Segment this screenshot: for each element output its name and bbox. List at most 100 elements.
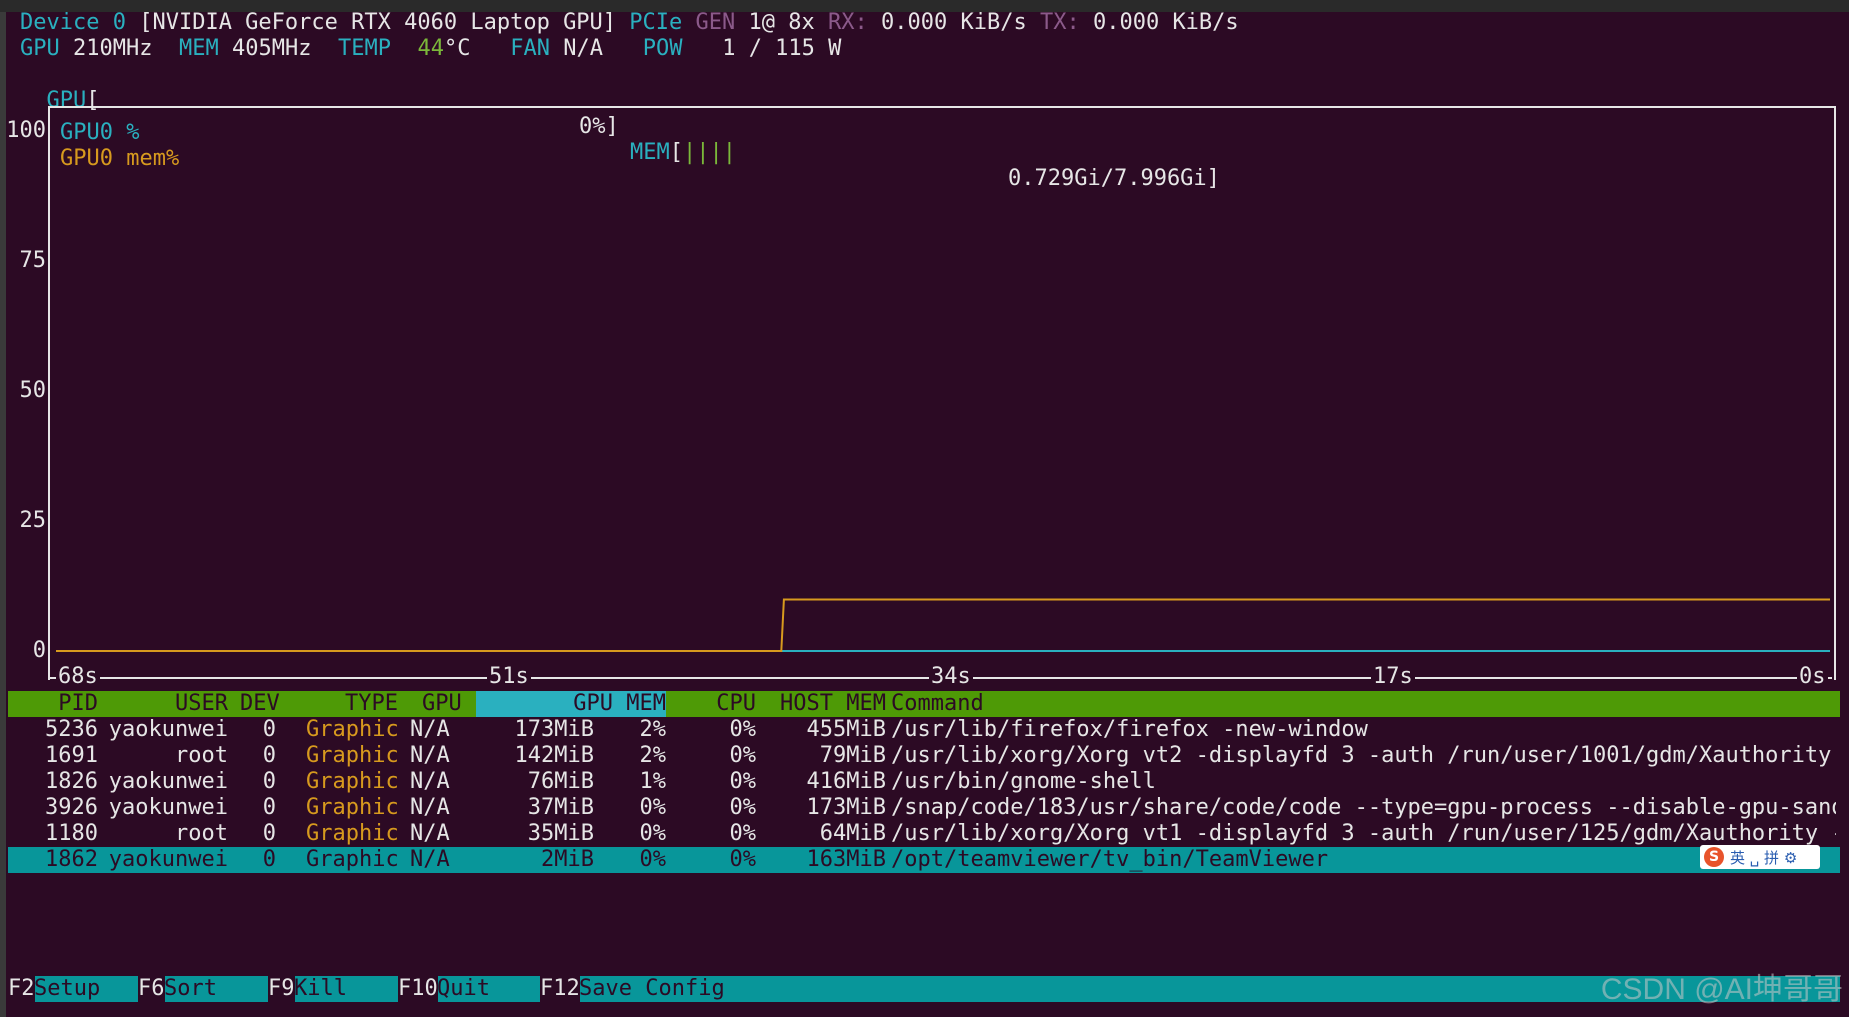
header-command[interactable]: Command (891, 691, 984, 717)
gpu-history-graph: GPU0 % GPU0 mem% (48, 106, 1836, 680)
sogou-logo-icon: S (1704, 847, 1724, 867)
x-tick-68s: 68s (56, 664, 100, 690)
cell-cpu: 0% (729, 847, 757, 872)
cell-gpu: N/A (410, 821, 450, 846)
cell-host-mem: 64MiB (819, 821, 886, 846)
fan-label: FAN (510, 36, 550, 61)
cell-type: Graphic (306, 847, 399, 872)
ime-toolbar[interactable]: S 英 ␣ 拼 ⚙ (1700, 845, 1820, 869)
device-info-line: Device 0 [NVIDIA GeForce RTX 4060 Laptop… (20, 10, 1239, 36)
header-dev[interactable]: DEV (240, 691, 280, 717)
cell-gpu-mem-pct: 2% (639, 717, 667, 742)
cell-gpu-mem: 76MiB (527, 769, 594, 794)
f6-sort-label[interactable]: Sort (164, 976, 217, 1002)
cell-pid: 1862 (45, 847, 98, 872)
f9-kill-label[interactable]: Kill (294, 976, 347, 1002)
mem-clock-label: MEM (178, 36, 219, 61)
pow-value: 1 / 115 W (722, 36, 842, 61)
ime-status-text[interactable]: 英 ␣ 拼 ⚙ (1730, 847, 1797, 868)
table-row[interactable]: 1691 root 0 Graphic N/A 142MiB 2% 0% 79MiB/usr/l… (8, 743, 1840, 769)
cell-gpu: N/A (410, 743, 450, 768)
cell-gpu-mem: 2MiB (541, 847, 594, 872)
f12-save-config-label[interactable]: Save Config (579, 976, 725, 1002)
cell-user: yaokunwei (108, 847, 228, 872)
f12-key[interactable]: F12 (540, 976, 580, 1002)
cell-type: Graphic (306, 821, 399, 846)
table-row[interactable]: 1826 yaokunwei 0 Graphic N/A 76MiB 1% 0% 416MiB /… (8, 769, 1840, 795)
header-host-mem[interactable]: HOST MEM (768, 691, 886, 717)
header-cpu[interactable]: CPU (668, 691, 756, 717)
cell-dev: 0 (262, 769, 276, 794)
gen-label: GEN (695, 10, 736, 35)
x-tick-17s: 17s (1371, 664, 1415, 690)
header-type[interactable]: TYPE (298, 691, 398, 717)
cell-pid: 3926 (45, 795, 98, 820)
cell-command: /usr/lib/firefox/firefox -new-window (891, 717, 1368, 742)
cell-dev: 0 (262, 795, 276, 820)
cell-user: yaokunwei (108, 769, 228, 794)
table-row[interactable]: 3926 yaokunwei 0 Graphic N/A 37MiB 0% 0% 173MiB /… (8, 795, 1840, 821)
f2-setup-label[interactable]: Setup (34, 976, 100, 1002)
cell-gpu-mem-pct: 0% (639, 821, 667, 846)
table-row[interactable]: 5236 yaokunwei 0 Graphic N/A 173MiB 2% 0% 455MiB… (8, 717, 1840, 743)
fan-value: N/A (563, 36, 603, 61)
series-line-gpu-mem (56, 598, 1830, 652)
x-tick-34s: 34s (929, 664, 973, 690)
cell-dev: 0 (262, 821, 276, 846)
device-label: Device 0 (20, 10, 126, 35)
cell-user: root (175, 743, 228, 768)
cell-gpu-mem-pct: 0% (639, 795, 667, 820)
y-tick-25: 25 (19, 508, 47, 533)
pcie-label: PCIe (629, 10, 683, 35)
cell-gpu: N/A (410, 769, 450, 794)
y-tick-0: 0 (32, 638, 46, 663)
header-gpu[interactable]: GPU (422, 691, 462, 717)
cell-gpu: N/A (410, 795, 450, 820)
gpu-clock-label: GPU (20, 36, 60, 61)
cell-cpu: 0% (729, 769, 757, 794)
cell-gpu-mem: 35MiB (527, 821, 594, 846)
table-row[interactable]: 1180 root 0 Graphic N/A 35MiB 0% 0% 64MiB/usr/li… (8, 821, 1840, 847)
cell-dev: 0 (262, 717, 276, 742)
header-pid[interactable]: PID (8, 691, 98, 717)
cell-user: root (175, 821, 228, 846)
temp-value: 44 (417, 36, 444, 61)
header-gpu-mem[interactable]: GPU MEM (476, 691, 666, 717)
cell-gpu: N/A (410, 717, 450, 742)
cell-host-mem: 173MiB (806, 795, 886, 820)
x-tick-0s: 0s (1797, 664, 1828, 690)
gen-value: 1@ 8x (748, 10, 815, 35)
rx-value: 0.000 KiB/s (881, 10, 1027, 35)
f10-key[interactable]: F10 (398, 976, 438, 1002)
header-user[interactable]: USER (108, 691, 228, 717)
cell-gpu-mem-pct: 2% (639, 743, 667, 768)
pow-label: POW (642, 36, 683, 61)
cell-command: /usr/lib/xorg/Xorg vt1 -displayfd 3 -aut… (891, 821, 1836, 846)
cell-type: Graphic (306, 795, 399, 820)
y-tick-75: 75 (19, 248, 47, 273)
cell-host-mem: 163MiB (806, 847, 886, 872)
cell-type: Graphic (306, 717, 399, 742)
tx-value: 0.000 KiB/s (1092, 10, 1239, 35)
f9-key[interactable]: F9 (268, 976, 295, 1002)
mem-clock-value: 405MHz (231, 36, 312, 61)
f6-key[interactable]: F6 (138, 976, 165, 1002)
cell-gpu-mem: 142MiB (514, 743, 594, 768)
y-tick-50: 50 (19, 378, 47, 403)
cell-pid: 1826 (45, 769, 98, 794)
cell-user: yaokunwei (108, 717, 228, 742)
f2-key[interactable]: F2 (8, 976, 35, 1002)
table-row[interactable]: 1862 yaokunwei 0 Graphic N/A 2MiB 0% 0% 163MiB/o… (8, 847, 1840, 873)
cell-user: yaokunwei (108, 795, 228, 820)
cell-command: /usr/lib/xorg/Xorg vt2 -displayfd 3 -aut… (891, 743, 1836, 768)
f10-quit-label[interactable]: Quit (437, 976, 490, 1002)
cell-command: /snap/code/183/usr/share/code/code --typ… (891, 795, 1836, 820)
temp-label: TEMP (337, 36, 391, 61)
cell-cpu: 0% (729, 743, 757, 768)
function-key-bar: F2 Setup F6 Sort F9 Kill F10 Quit F12 Sa… (8, 976, 1840, 1002)
cell-gpu-mem-pct: 1% (639, 769, 667, 794)
csdn-watermark: CSDN @AI坤哥哥 (1600, 973, 1843, 1006)
cell-cpu: 0% (729, 717, 757, 742)
x-tick-51s: 51s (487, 664, 531, 690)
cell-gpu-mem: 37MiB (527, 795, 594, 820)
